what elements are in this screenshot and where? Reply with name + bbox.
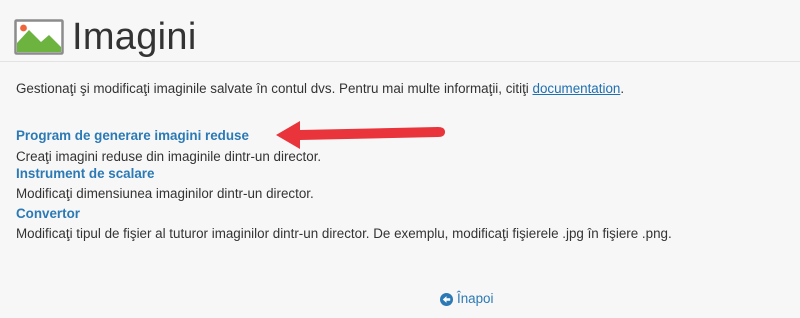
- scaler-link[interactable]: Instrument de scalare: [16, 166, 154, 182]
- page-title: Imagini: [72, 16, 197, 58]
- arrow-circle-left-icon: [440, 292, 453, 306]
- intro-suffix: .: [620, 81, 625, 96]
- image-landscape-icon: [14, 19, 64, 55]
- converter-description: Modificaţi tipul de fişier al tuturor im…: [16, 226, 672, 241]
- back-link[interactable]: Înapoi: [440, 291, 493, 307]
- thumbnailer-link[interactable]: Program de generare imagini reduse: [16, 128, 249, 144]
- intro-paragraph: Gestionaţi şi modificaţi imaginile salva…: [16, 81, 624, 97]
- documentation-link[interactable]: documentation: [533, 81, 621, 96]
- annotation-arrow: [276, 121, 445, 149]
- scaler-description: Modificaţi dimensiunea imaginilor dintr-…: [16, 186, 314, 201]
- intro-text: Gestionaţi şi modificaţi imaginile salva…: [16, 81, 533, 96]
- back-label: Înapoi: [457, 291, 494, 306]
- converter-link[interactable]: Convertor: [16, 206, 80, 222]
- page-header: Imagini: [14, 12, 197, 62]
- header-divider: [0, 61, 800, 62]
